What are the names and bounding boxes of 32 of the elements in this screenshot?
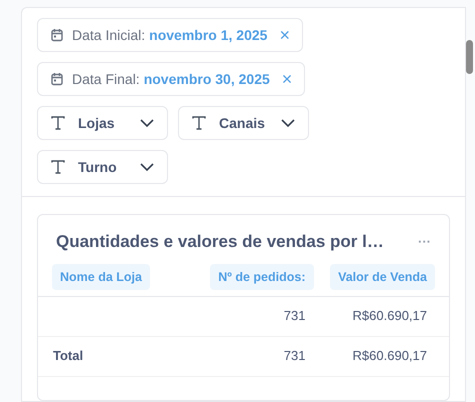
filter-label: Canais: [219, 114, 265, 132]
filter-label: Data Inicial:: [72, 26, 146, 44]
column-header[interactable]: Valor de Venda: [330, 264, 435, 290]
clear-button[interactable]: ×: [282, 70, 292, 88]
table-cell-text: R$60.690,17: [352, 348, 428, 363]
table-cell-text: R$60.690,17: [352, 308, 428, 323]
filter-value: novembro 1, 2025: [149, 26, 268, 44]
chevron-down-icon: [280, 118, 296, 128]
dropdown-filter[interactable]: Turno: [37, 150, 168, 184]
card-title: Quantidades e valores de vendas por l…: [56, 231, 384, 253]
dropdown-filter[interactable]: Canais: [178, 106, 309, 140]
filter-label: Lojas: [78, 114, 115, 133]
column-header[interactable]: Nº de pedidos:: [210, 264, 314, 290]
text-type-icon: [50, 159, 66, 175]
table-cell-text: 731: [284, 348, 306, 363]
table-cell-text: 731: [284, 308, 306, 323]
text-type-icon: [191, 115, 207, 131]
date-filter-chip[interactable]: Data Final: novembro 30, 2025 ×: [37, 62, 306, 96]
calendar-icon: [50, 72, 64, 86]
clear-button[interactable]: ×: [279, 26, 290, 44]
filter-label: Turno: [78, 158, 117, 176]
chevron-down-icon: [139, 162, 155, 172]
filter-label: Data Final:: [72, 70, 140, 88]
calendar-icon: [50, 28, 64, 42]
dropdown-filter[interactable]: Lojas: [37, 106, 168, 140]
date-filter-chip[interactable]: Data Inicial: novembro 1, 2025 ×: [37, 18, 303, 52]
chevron-down-icon: [139, 118, 155, 128]
column-header[interactable]: Nome da Loja: [52, 264, 150, 290]
text-type-icon: [50, 115, 66, 131]
filter-value: novembro 30, 2025: [144, 70, 270, 88]
more-menu-button[interactable]: ···: [418, 232, 431, 252]
table-cell: Total: [52, 348, 84, 363]
